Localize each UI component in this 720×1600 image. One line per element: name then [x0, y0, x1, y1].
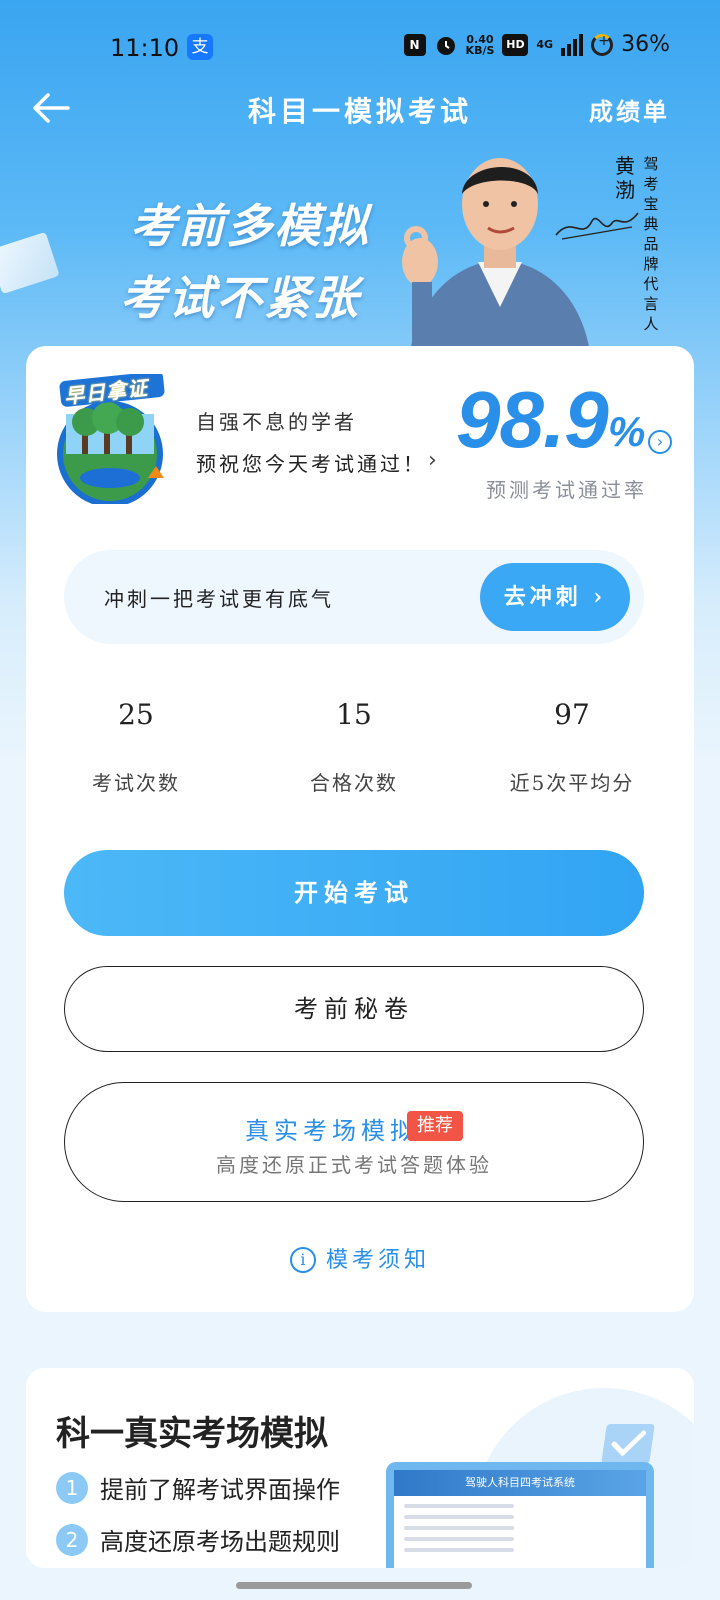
endorser-name: 黄渤 — [615, 154, 635, 202]
stat-label: 近5次平均分 — [509, 771, 635, 795]
preview-text-lines — [404, 1504, 514, 1559]
stat-label: 考试次数 — [92, 771, 180, 795]
stat-label: 合格次数 — [310, 771, 398, 795]
real-exam-intro-card[interactable]: 科一真实考场模拟 1 提前了解考试界面操作 2 高度还原考场出题规则 驾驶人科目… — [26, 1368, 694, 1568]
stat-pass-count: 15 合格次数 — [264, 698, 444, 796]
real-exam-subtitle: 高度还原正式考试答题体验 — [216, 1153, 492, 1177]
greeting-title: 自强不息的学者 — [196, 410, 357, 434]
alarm-icon — [436, 36, 455, 55]
sprint-text: 冲刺一把考试更有底气 — [104, 587, 334, 611]
exam-notice-link[interactable]: i 模考须知 — [26, 1242, 694, 1274]
real-exam-simulation-button[interactable]: 真实考场模拟 推荐 高度还原正式考试答题体验 — [64, 1082, 644, 1202]
status-icons: N 0.40KB/S HD 4G 36% — [403, 32, 670, 57]
sprint-button[interactable]: 去冲刺 › — [480, 563, 630, 631]
home-indicator[interactable] — [236, 1582, 472, 1589]
signal-icon — [561, 33, 584, 56]
stat-value: 97 — [554, 698, 590, 731]
recommended-tag: 推荐 — [407, 1111, 463, 1141]
greeting-message[interactable]: 预祝您今天考试通过！ — [196, 448, 426, 477]
chevron-right-icon[interactable]: › — [428, 448, 437, 473]
pass-rate-value[interactable]: 98.9 — [456, 374, 609, 466]
exam-summary-card: 早日拿证 自强不息的学者 预祝您今天考试通过！ › 98.9 % › 预测考试通… — [26, 346, 694, 1312]
pass-rate-label: 预测考试通过率 — [486, 478, 647, 502]
stat-average-score: 97 近5次平均分 — [482, 698, 662, 796]
sprint-button-label: 去冲刺 — [503, 584, 582, 610]
checkmark-icon — [601, 1424, 655, 1464]
stat-exam-count: 25 考试次数 — [46, 698, 226, 796]
battery-icon — [591, 33, 614, 56]
start-exam-button[interactable]: 开始考试 — [64, 850, 644, 936]
feature-number: 2 — [56, 1523, 88, 1556]
navigation-bar: 科目一模拟考试 成绩单 — [0, 80, 720, 136]
stat-value: 25 — [118, 698, 154, 731]
real-exam-title: 真实考场模拟 — [245, 1117, 419, 1145]
feature-text: 提前了解考试界面操作 — [100, 1476, 340, 1504]
intro-card-title: 科一真实考场模拟 — [56, 1414, 328, 1454]
net-speed: 0.40 KB/S — [465, 32, 495, 57]
secret-paper-button[interactable]: 考前秘卷 — [64, 966, 644, 1052]
hd-icon: HD — [502, 33, 529, 56]
battery-level: 36% — [621, 32, 670, 57]
banner-slogan-line2: 考试不紧张 — [120, 271, 360, 325]
stat-value: 15 — [336, 698, 372, 731]
endorser-title: 驾考宝典品牌代言人 — [643, 155, 659, 333]
nfc-icon: N — [403, 33, 426, 56]
exam-system-preview: 驾驶人科目四考试系统 — [386, 1462, 654, 1568]
endorser-photo — [402, 158, 590, 352]
feature-text: 高度还原考场出题规则 — [100, 1528, 340, 1556]
preview-title: 驾驶人科目四考试系统 — [394, 1470, 646, 1496]
preview-screen: 驾驶人科目四考试系统 — [394, 1470, 646, 1568]
sprint-banner: 冲刺一把考试更有底气 去冲刺 › — [64, 550, 644, 644]
pass-rate-unit: % — [608, 408, 646, 455]
alipay-notification-icon: 支 — [187, 34, 213, 60]
network-type: 4G — [536, 38, 554, 51]
status-time: 11:10 — [110, 34, 180, 62]
pass-rate-arrow-icon[interactable]: › — [648, 430, 672, 454]
report-card-link[interactable]: 成绩单 — [589, 92, 670, 127]
feature-item: 1 提前了解考试界面操作 — [56, 1470, 340, 1505]
endorser-signature — [555, 212, 639, 240]
feature-item: 2 高度还原考场出题规则 — [56, 1522, 340, 1557]
exam-notice-label: 模考须知 — [325, 1248, 430, 1273]
banner-slogan-line1: 考前多模拟 — [130, 199, 370, 253]
feature-number: 1 — [56, 1471, 88, 1504]
info-icon: i — [289, 1247, 316, 1273]
